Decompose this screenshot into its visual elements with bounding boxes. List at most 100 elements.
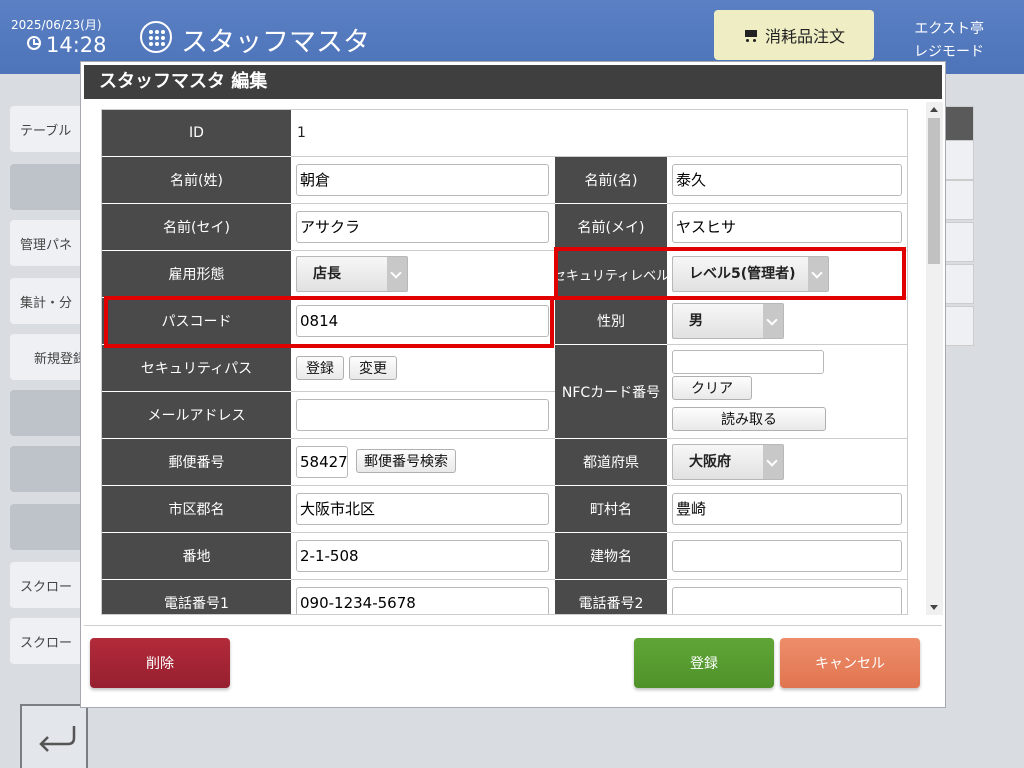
zip-search-button[interactable]: 郵便番号検索 bbox=[356, 449, 456, 473]
zip-input[interactable]: 58427 bbox=[296, 446, 348, 478]
bg-menu-item[interactable] bbox=[10, 446, 90, 492]
dialog-title: スタッフマスタ 編集 bbox=[84, 65, 942, 99]
phone2-label: 電話番号2 bbox=[555, 580, 667, 614]
zip-cell: 58427 郵便番号検索 bbox=[291, 439, 555, 486]
employment-label: 雇用形態 bbox=[102, 251, 291, 298]
building-label: 建物名 bbox=[555, 533, 667, 580]
bg-panel-cell bbox=[944, 180, 974, 220]
city-input[interactable]: 大阪市北区 bbox=[296, 493, 549, 525]
employment-select[interactable]: 店長 bbox=[296, 256, 408, 292]
back-button[interactable] bbox=[20, 704, 88, 768]
last-kana-input[interactable]: アサクラ bbox=[296, 211, 549, 243]
staff-edit-dialog: スタッフマスタ 編集 ID 1 名前(姓) 朝倉 名前(名) 泰久 名前(セイ)… bbox=[80, 61, 946, 708]
chevron-down-icon bbox=[763, 304, 783, 338]
bg-menu-item[interactable]: 管理パネ bbox=[10, 220, 90, 266]
bg-menu-item[interactable]: 新規登録 bbox=[10, 334, 90, 380]
phone1-cell: 090-1234-5678 bbox=[291, 580, 555, 614]
supply-order-label: 消耗品注文 bbox=[764, 29, 845, 46]
footer-divider bbox=[84, 625, 942, 626]
email-label: メールアドレス bbox=[102, 392, 291, 439]
gender-cell: 男 bbox=[667, 298, 907, 345]
register-button[interactable]: 登録 bbox=[634, 638, 774, 688]
date-display: 2025/06/23(月) bbox=[11, 18, 102, 32]
bg-menu-item[interactable] bbox=[10, 164, 90, 210]
phone2-input[interactable] bbox=[672, 587, 902, 614]
employment-selected: 店長 bbox=[313, 266, 341, 282]
bg-panel-cell bbox=[944, 306, 974, 346]
town-input[interactable]: 豊崎 bbox=[672, 493, 902, 525]
nfc-input[interactable] bbox=[672, 350, 824, 374]
bg-menu-item[interactable]: テーブル bbox=[10, 106, 90, 152]
nfc-clear-button[interactable]: クリア bbox=[672, 376, 752, 400]
address-cell: 2-1-508 bbox=[291, 533, 555, 580]
scrollbar-thumb[interactable] bbox=[928, 118, 940, 264]
bg-menu-item[interactable] bbox=[10, 504, 90, 550]
address-input[interactable]: 2-1-508 bbox=[296, 540, 549, 572]
security-pass-cell: 登録 変更 bbox=[291, 345, 555, 392]
bg-menu-item[interactable]: スクロー bbox=[10, 618, 90, 664]
store-info: エクスト亭 レジモード bbox=[914, 18, 984, 64]
building-cell bbox=[667, 533, 907, 580]
bg-menu-item[interactable]: スクロー bbox=[10, 562, 90, 608]
chevron-down-icon bbox=[763, 445, 783, 479]
clock-icon bbox=[27, 36, 41, 50]
form-scroll-area[interactable]: ID 1 名前(姓) 朝倉 名前(名) 泰久 名前(セイ) アサクラ 名前(メイ… bbox=[101, 109, 908, 615]
id-value: 1 bbox=[297, 125, 306, 141]
first-kana-cell: ヤスヒサ bbox=[667, 204, 907, 251]
form-scrollbar[interactable] bbox=[926, 102, 943, 615]
app-grid-icon[interactable] bbox=[140, 21, 172, 53]
prefecture-selected: 大阪府 bbox=[689, 454, 731, 470]
cancel-button[interactable]: キャンセル bbox=[780, 638, 920, 688]
security-level-highlight bbox=[554, 247, 906, 300]
id-cell: 1 bbox=[291, 110, 907, 157]
last-kana-label: 名前(セイ) bbox=[102, 204, 291, 251]
bg-panel-cell bbox=[944, 222, 974, 262]
gender-selected: 男 bbox=[689, 313, 703, 329]
cart-icon bbox=[743, 28, 759, 42]
first-kana-label: 名前(メイ) bbox=[555, 204, 667, 251]
gender-select[interactable]: 男 bbox=[672, 303, 784, 339]
prefecture-select[interactable]: 大阪府 bbox=[672, 444, 784, 480]
last-name-cell: 朝倉 bbox=[291, 157, 555, 204]
last-name-label: 名前(姓) bbox=[102, 157, 291, 204]
city-label: 市区郡名 bbox=[102, 486, 291, 533]
first-name-input[interactable]: 泰久 bbox=[672, 164, 902, 196]
app-title: スタッフマスタ bbox=[181, 27, 370, 58]
first-kana-input[interactable]: ヤスヒサ bbox=[672, 211, 902, 243]
city-cell: 大阪市北区 bbox=[291, 486, 555, 533]
store-name: エクスト亭 bbox=[914, 21, 984, 37]
passcode-highlight bbox=[104, 296, 554, 348]
security-pass-change-button[interactable]: 変更 bbox=[349, 356, 397, 380]
employment-cell: 店長 bbox=[291, 251, 555, 298]
last-kana-cell: アサクラ bbox=[291, 204, 555, 251]
gender-label: 性別 bbox=[555, 298, 667, 345]
scroll-down-icon[interactable] bbox=[930, 605, 938, 610]
phone1-input[interactable]: 090-1234-5678 bbox=[296, 587, 549, 614]
town-cell: 豊崎 bbox=[667, 486, 907, 533]
town-label: 町村名 bbox=[555, 486, 667, 533]
email-cell bbox=[291, 392, 555, 439]
first-name-cell: 泰久 bbox=[667, 157, 907, 204]
prefecture-cell: 大阪府 bbox=[667, 439, 907, 486]
security-pass-label: セキュリティパス bbox=[102, 345, 291, 392]
bg-menu-item[interactable] bbox=[10, 390, 90, 436]
supply-order-button[interactable]: 消耗品注文 bbox=[714, 10, 874, 60]
phone2-cell bbox=[667, 580, 907, 614]
delete-button[interactable]: 削除 bbox=[90, 638, 230, 688]
nfc-label: NFCカード番号 bbox=[555, 345, 667, 439]
last-name-input[interactable]: 朝倉 bbox=[296, 164, 549, 196]
phone1-label: 電話番号1 bbox=[102, 580, 291, 614]
nfc-read-button[interactable]: 読み取る bbox=[672, 407, 826, 431]
building-input[interactable] bbox=[672, 540, 902, 572]
bg-menu-item[interactable]: 集計・分 bbox=[10, 278, 90, 324]
security-pass-register-button[interactable]: 登録 bbox=[296, 356, 344, 380]
address-label: 番地 bbox=[102, 533, 291, 580]
return-arrow-icon bbox=[39, 726, 76, 752]
bg-panel-cell bbox=[944, 264, 974, 304]
id-label: ID bbox=[102, 110, 291, 157]
scroll-up-icon[interactable] bbox=[930, 107, 938, 112]
zip-label: 郵便番号 bbox=[102, 439, 291, 486]
bg-panel-cell bbox=[944, 140, 974, 180]
chevron-down-icon bbox=[387, 257, 407, 291]
email-input[interactable] bbox=[296, 399, 549, 431]
